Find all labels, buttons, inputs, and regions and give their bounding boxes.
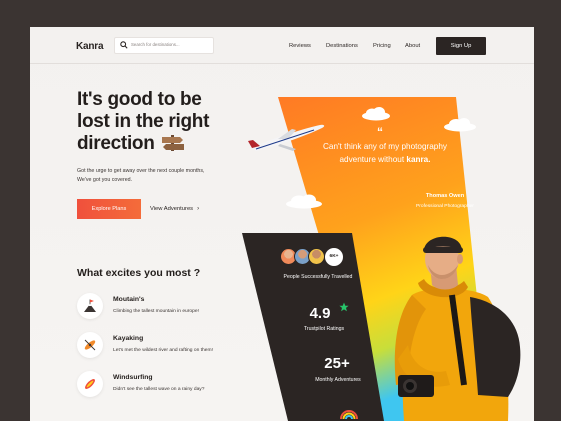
view-adventures-label: View Adventures [150,206,194,212]
testimonial-quote: Can't think any of my photography advent… [320,141,450,166]
hero-title: It's good to be lost in the right direct… [77,89,237,155]
nav-link-about[interactable]: About [405,43,420,49]
hero-title-text: It's good to be lost in the right direct… [77,89,210,154]
activity-desc: Let's met the wildest river and rafting … [113,348,213,353]
activity-title: Moutain's [113,296,145,303]
brand-logo[interactable]: Kanra [76,41,104,52]
mountain-flag-icon [84,299,96,312]
rainbow-icon [340,410,358,419]
activity-desc: Didn't see the tallest wave on a rainy d… [113,387,205,392]
nav-link-pricing[interactable]: Pricing [373,43,391,49]
star-icon [339,302,349,312]
travellers-count-badge: 6K+ [325,248,343,266]
testimonial-role: Professional Photographer [416,204,474,209]
rating-value: 4.9 [309,305,331,322]
activity-icon-circle [77,371,103,397]
traveller-avatars: 6K+ [280,248,360,268]
activity-desc: Climbing the tallest mountain in europe! [113,309,199,314]
page-frame: Kanra Search for destinations... Reviews… [30,27,534,421]
photographer-image [394,236,521,421]
airplane-icon [248,124,325,151]
excites-heading: What excites you most ? [77,267,201,279]
rating-label: Trustpilot Ratings [303,326,345,332]
nav-link-destinations[interactable]: Destinations [326,43,358,49]
testimonial-author: Thomas Owen [425,193,465,199]
search-input[interactable]: Search for destinations... [114,37,214,54]
activity-title: Kayaking [113,335,144,342]
adventures-label: Monthly Adventures [315,377,361,383]
travelled-label: People Successfully Travelled [283,274,353,280]
hero-subtitle: Got the urge to get away over the next c… [77,168,205,183]
search-placeholder: Search for destinations... [131,42,180,47]
chevron-right-icon: › [197,206,200,212]
top-navigation: Kanra Search for destinations... Reviews… [30,27,534,64]
cloud-icon [362,107,390,121]
activity-icon-circle [77,332,103,358]
search-icon [120,41,128,49]
explore-plans-button[interactable]: Explore Plans [77,199,141,219]
cloud-icon [444,118,476,132]
quote-icon: “ [377,125,383,139]
avatar [308,248,325,265]
signup-button[interactable]: Sign Up [436,37,486,55]
signpost-icon [161,135,184,151]
quote-brand: kanra. [406,154,431,164]
surfboard-icon [85,379,95,389]
view-adventures-link[interactable]: View Adventures › [150,206,199,212]
adventures-value: 25+ [324,355,350,372]
kayak-icon [84,339,96,351]
activity-title: Windsurfing [113,374,153,381]
activity-icon-circle [77,293,103,319]
nav-link-reviews[interactable]: Reviews [289,43,311,49]
cloud-icon [286,194,322,209]
